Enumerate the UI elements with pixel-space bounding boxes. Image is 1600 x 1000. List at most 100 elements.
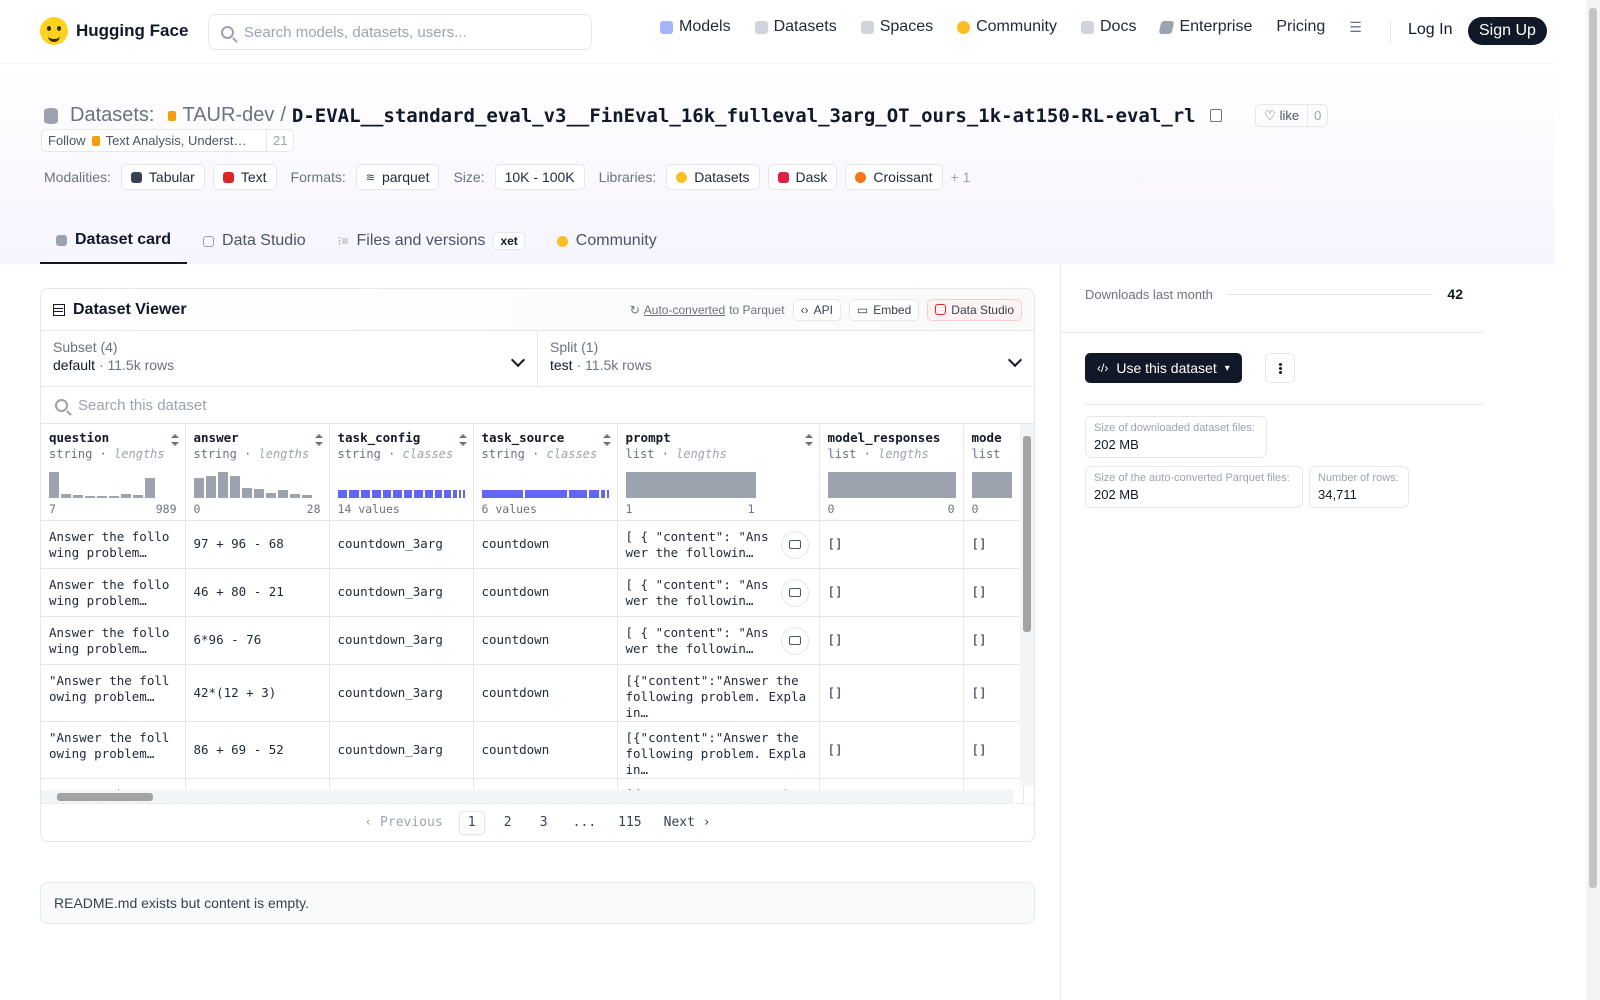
cell-task-config[interactable]: countdown_3arg: [329, 616, 474, 665]
repo-name[interactable]: D-EVAL__standard_eval_v3__FinEval_16k_fu…: [292, 105, 1196, 127]
tag-datasets[interactable]: Datasets: [666, 164, 760, 190]
cell-question[interactable]: Answer the following problem…: [41, 616, 186, 665]
page-3-button[interactable]: 3: [531, 811, 557, 835]
cell-task-source[interactable]: countdown: [473, 721, 618, 779]
cell-mode[interactable]: []: [963, 616, 1024, 665]
cell-task-source[interactable]: countdown: [473, 568, 618, 617]
cell-mode[interactable]: []: [963, 520, 1024, 569]
more-options-icon[interactable]: [1265, 353, 1295, 383]
nav-spaces[interactable]: Spaces: [860, 18, 933, 36]
nav-docs[interactable]: Docs: [1081, 18, 1136, 36]
more-menu-icon[interactable]: ☰: [1349, 19, 1362, 36]
cell-answer[interactable]: 6*96 - 76: [185, 616, 330, 665]
data-studio-button[interactable]: Data Studio: [927, 298, 1022, 321]
cell-mode[interactable]: []: [963, 721, 1024, 779]
cell-question[interactable]: Answer the following problem…: [41, 568, 186, 617]
cell-prompt[interactable]: [ { "content": "Answer the followin…: [617, 616, 820, 665]
col-header-task-source[interactable]: task_source string · classes 6 values: [473, 424, 618, 521]
col-header-prompt[interactable]: prompt list · lengths 11: [617, 424, 820, 521]
cell-model-responses[interactable]: []: [819, 520, 964, 569]
api-button[interactable]: ‹› API: [792, 298, 841, 321]
tag-parquet[interactable]: ≋ parquet: [355, 164, 440, 190]
cell-answer[interactable]: 97 + 96 - 68: [185, 520, 330, 569]
cell-task-config[interactable]: countdown_3arg: [329, 721, 474, 779]
table-horizontal-scrollbar[interactable]: [41, 790, 1013, 804]
login-link[interactable]: Log In: [1408, 21, 1452, 39]
cell-model-responses[interactable]: []: [819, 616, 964, 665]
nav-datasets[interactable]: Datasets: [754, 18, 837, 36]
nav-community[interactable]: Community: [957, 18, 1057, 36]
cell-mode[interactable]: []: [963, 568, 1024, 617]
sort-icon[interactable]: [804, 434, 813, 446]
col-header-question[interactable]: question string · lengths 7 989: [41, 424, 186, 521]
page-2-button[interactable]: 2: [495, 811, 521, 835]
cell-model-responses[interactable]: []: [819, 568, 964, 617]
cell-answer[interactable]: 86 + 69 - 52: [185, 721, 330, 779]
chat-view-icon[interactable]: [780, 530, 809, 559]
tab-files-versions[interactable]: ⁝≡ Files and versions xet: [322, 218, 541, 264]
cell-prompt[interactable]: [{"content":"Answer the following proble…: [617, 664, 820, 722]
tab-data-studio[interactable]: Data Studio: [187, 218, 322, 264]
cell-task-config[interactable]: countdown_3arg: [329, 520, 474, 569]
chat-view-icon[interactable]: [780, 626, 809, 655]
use-dataset-button[interactable]: ‹/› Use this dataset ▾: [1085, 353, 1242, 383]
tag-text[interactable]: Text: [212, 164, 277, 190]
tag-tabular[interactable]: Tabular: [120, 164, 205, 190]
table-row[interactable]: "Answer the following problem… 42*(12 + 3…: [41, 664, 1024, 722]
split-dropdown[interactable]: Split (1) test · 11.5k rows: [537, 331, 1034, 386]
page-1-button[interactable]: 1: [458, 810, 485, 835]
org-link[interactable]: TAUR-dev: [182, 104, 274, 127]
col-header-task-config[interactable]: task_config string · classes 14 values: [329, 424, 474, 521]
cell-task-config[interactable]: countdown_3arg: [329, 568, 474, 617]
cell-model-responses[interactable]: []: [819, 721, 964, 779]
tag-croissant[interactable]: Croissant: [845, 164, 943, 190]
table-vertical-scrollbar[interactable]: [1020, 424, 1034, 786]
chat-view-icon[interactable]: [780, 578, 809, 607]
cell-answer[interactable]: 42*(12 + 3): [185, 664, 330, 722]
cell-prompt[interactable]: [{"content":"Answer the following proble…: [617, 721, 820, 779]
prev-page-button[interactable]: ‹ Previous: [358, 811, 448, 835]
tab-community[interactable]: Community: [541, 218, 673, 264]
cell-model-responses[interactable]: []: [819, 664, 964, 722]
subset-dropdown[interactable]: Subset (4) default · 11.5k rows: [41, 331, 537, 386]
cell-task-source[interactable]: countdown: [473, 616, 618, 665]
page-scrollbar[interactable]: [1586, 0, 1600, 1000]
cell-prompt[interactable]: [ { "content": "Answer the followin…: [617, 520, 820, 569]
page-last-button[interactable]: 115: [612, 811, 647, 835]
cell-task-source[interactable]: countdown: [473, 664, 618, 722]
sort-icon[interactable]: [458, 434, 467, 446]
nav-enterprise[interactable]: Enterprise: [1159, 18, 1252, 36]
table-row[interactable]: Answer the following problem… 6*96 - 76 co…: [41, 616, 1024, 665]
follow-button[interactable]: Follow Text Analysis, Underst… 21: [41, 129, 295, 152]
dataset-search-input[interactable]: Search this dataset: [41, 387, 1034, 424]
tag-dask[interactable]: Dask: [767, 164, 838, 190]
sort-icon[interactable]: [170, 434, 179, 446]
table-row[interactable]: Answer the following problem… 97 + 96 - 6…: [41, 520, 1024, 569]
global-search-input[interactable]: Search models, datasets, users...: [208, 14, 592, 50]
embed-button[interactable]: ▭ Embed: [848, 298, 920, 321]
libraries-more[interactable]: + 1: [951, 169, 971, 185]
cell-task-source[interactable]: countdown: [473, 520, 618, 569]
table-row[interactable]: "Answer the following problem… 86 + 69 - …: [41, 721, 1024, 779]
table-row[interactable]: Answer the following problem… 46 + 80 - 2…: [41, 568, 1024, 617]
sort-icon[interactable]: [314, 434, 323, 446]
cell-prompt[interactable]: [ { "content": "Answer the followin…: [617, 568, 820, 617]
cell-answer[interactable]: 46 + 80 - 21: [185, 568, 330, 617]
copy-icon[interactable]: [1209, 109, 1222, 122]
nav-pricing[interactable]: Pricing: [1276, 18, 1325, 36]
col-header-mode[interactable]: mode list 0: [963, 424, 1024, 521]
cell-task-config[interactable]: countdown_3arg: [329, 664, 474, 722]
nav-models[interactable]: Models: [660, 18, 731, 36]
tab-dataset-card[interactable]: Dataset card: [40, 218, 188, 264]
next-page-button[interactable]: Next ›: [658, 811, 717, 835]
like-button[interactable]: ♡ like 0: [1255, 104, 1329, 127]
col-header-model-responses[interactable]: model_responses list · lengths 00: [819, 424, 964, 521]
auto-converted-link[interactable]: Auto-converted: [644, 303, 725, 317]
col-header-answer[interactable]: answer string · lengths 0 28: [185, 424, 330, 521]
cell-mode[interactable]: []: [963, 664, 1024, 722]
signup-button[interactable]: Sign Up: [1468, 17, 1547, 45]
sort-icon[interactable]: [602, 434, 611, 446]
datasets-label[interactable]: Datasets:: [70, 104, 154, 127]
cell-question[interactable]: "Answer the following problem…: [41, 721, 186, 779]
cell-question[interactable]: Answer the following problem…: [41, 520, 186, 569]
